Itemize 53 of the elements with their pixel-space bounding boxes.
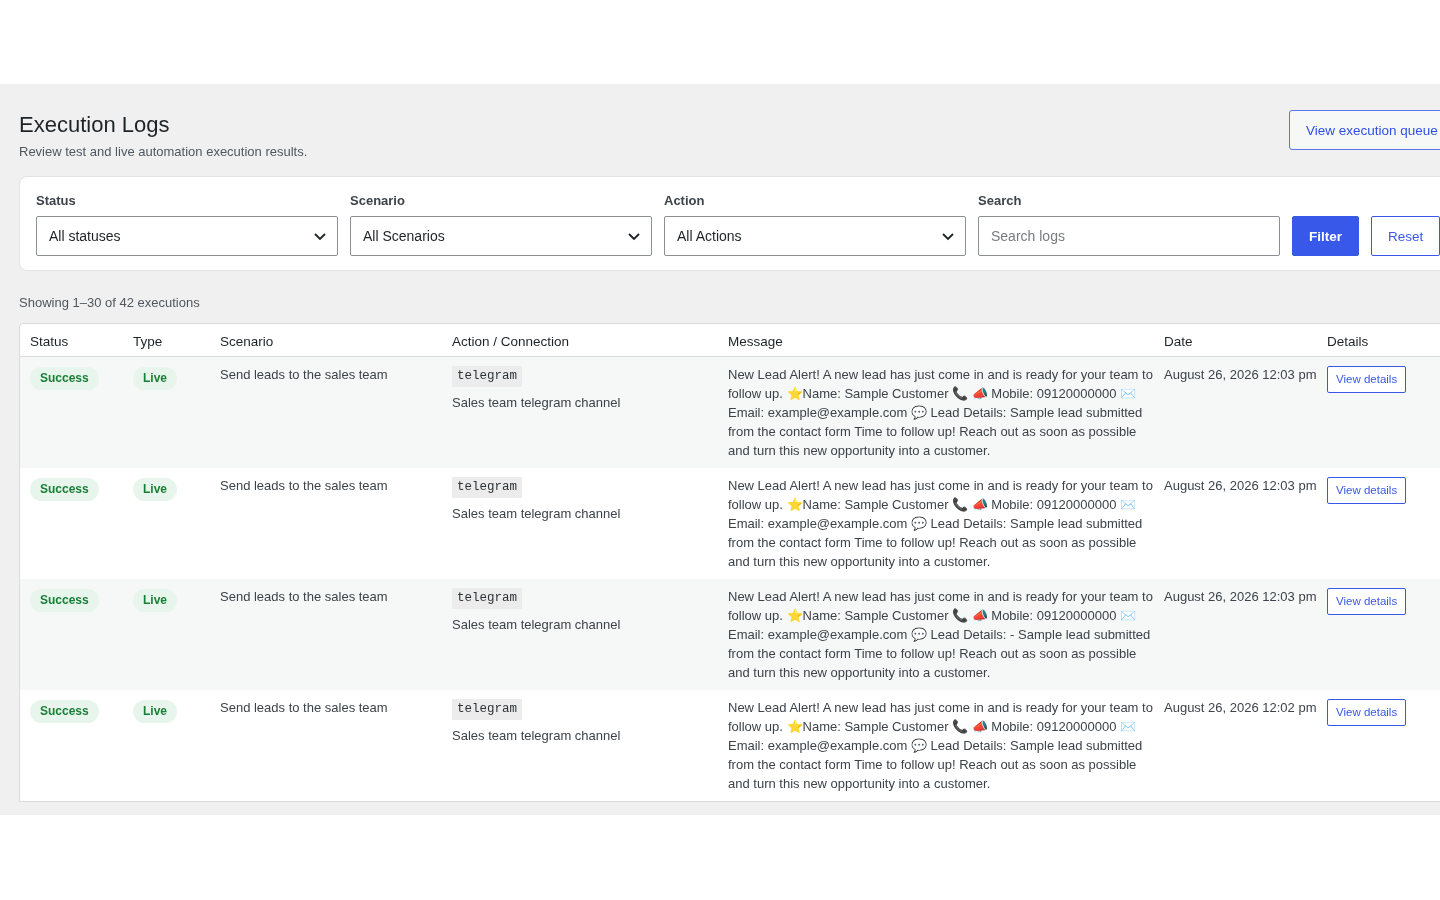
log-date: August 26, 2026 12:02 pm	[1164, 700, 1317, 715]
select-field[interactable]: All Scenarios	[350, 216, 652, 256]
log-message: New Lead Alert! A new lead has just come in and is ready for your team to follow up. ⭐Name: Sample Customer 📞 📣 Mobile: 09120000000 ✉ Email: example@example.com 💬 Lead Details: - Sample lead submitted from the contact form Time to follow up! Reach out as soon as possible and turn this new opportunity into a customer.	[728, 589, 1153, 680]
field-label: Scenario	[350, 192, 406, 210]
scenario-name: Send leads to the sales team	[220, 478, 388, 493]
column-header: Action / Connection	[452, 334, 570, 349]
type-badge: Live	[133, 700, 177, 723]
log-message: New Lead Alert! A new lead has just come in and is ready for your team to follow up. ⭐Name: Sample Customer 📞 📣 Mobile: 09120000000 ✉ Email: example@example.com 💬 Lead Details: Sample lead submitted from the contact form Time to follow up! Reach out as soon as possible and turn this new opportunity into a customer.	[728, 478, 1153, 569]
column-header: Date	[1164, 334, 1193, 349]
field-label: Action	[664, 192, 706, 210]
select-field[interactable]: All statuses	[36, 216, 338, 256]
type-badge: Live	[133, 367, 177, 390]
connection-name: Sales team telegram channel	[452, 727, 622, 745]
connection-name: Sales team telegram channel	[452, 505, 622, 523]
search-field[interactable]: Search logs	[978, 216, 1280, 256]
action-tag: telegram	[452, 588, 522, 609]
log-date: August 26, 2026 12:03 pm	[1164, 367, 1317, 382]
log-date: August 26, 2026 12:03 pm	[1164, 589, 1317, 604]
log-message: New Lead Alert! A new lead has just come in and is ready for your team to follow up. ⭐Name: Sample Customer 📞 📣 Mobile: 09120000000 ✉ Email: example@example.com 💬 Lead Details: Sample lead submitted from the contact form Time to follow up! Reach out as soon as possible and turn this new opportunity into a customer.	[728, 367, 1153, 458]
view-details-button[interactable]: View details	[1327, 588, 1407, 615]
select-field[interactable]: All Actions	[664, 216, 966, 256]
column-header: Message	[728, 334, 783, 349]
results-count: Showing 1–30 of 42 executions	[19, 295, 200, 310]
action-tag: telegram	[452, 699, 522, 720]
status-badge: Success	[30, 367, 99, 390]
column-header: Scenario	[220, 334, 274, 349]
action-tag: telegram	[452, 366, 522, 387]
scenario-name: Send leads to the sales team	[220, 589, 388, 604]
status-badge: Success	[30, 700, 99, 723]
column-header: Type	[133, 334, 163, 349]
column-header: Status	[30, 334, 69, 349]
connection-name: Sales team telegram channel	[452, 616, 622, 634]
type-badge: Live	[133, 478, 177, 501]
scenario-name: Send leads to the sales team	[220, 367, 388, 382]
view-details-button[interactable]: View details	[1327, 366, 1407, 393]
action-tag: telegram	[452, 477, 522, 498]
status-badge: Success	[30, 478, 99, 501]
page-subtitle: Review test and live automation execution results.	[19, 144, 308, 159]
reset-button[interactable]: Reset	[1371, 216, 1440, 256]
column-header: Details	[1327, 334, 1369, 349]
log-date: August 26, 2026 12:03 pm	[1164, 478, 1317, 493]
view-queue-button[interactable]: View execution queue	[1289, 110, 1440, 150]
log-message: New Lead Alert! A new lead has just come in and is ready for your team to follow up. ⭐Name: Sample Customer 📞 📣 Mobile: 09120000000 ✉ Email: example@example.com 💬 Lead Details: Sample lead submitted from the contact form Time to follow up! Reach out as soon as possible and turn this new opportunity into a customer.	[728, 700, 1153, 791]
type-badge: Live	[133, 589, 177, 612]
view-details-button[interactable]: View details	[1327, 477, 1407, 504]
status-badge: Success	[30, 589, 99, 612]
view-details-button[interactable]: View details	[1327, 699, 1407, 726]
field-label: Status	[36, 192, 77, 210]
page-title: Execution Logs	[19, 111, 171, 139]
filter-button[interactable]: Filter	[1292, 216, 1359, 256]
field-label: Search	[978, 192, 1023, 210]
scenario-name: Send leads to the sales team	[220, 700, 388, 715]
connection-name: Sales team telegram channel	[452, 394, 622, 412]
